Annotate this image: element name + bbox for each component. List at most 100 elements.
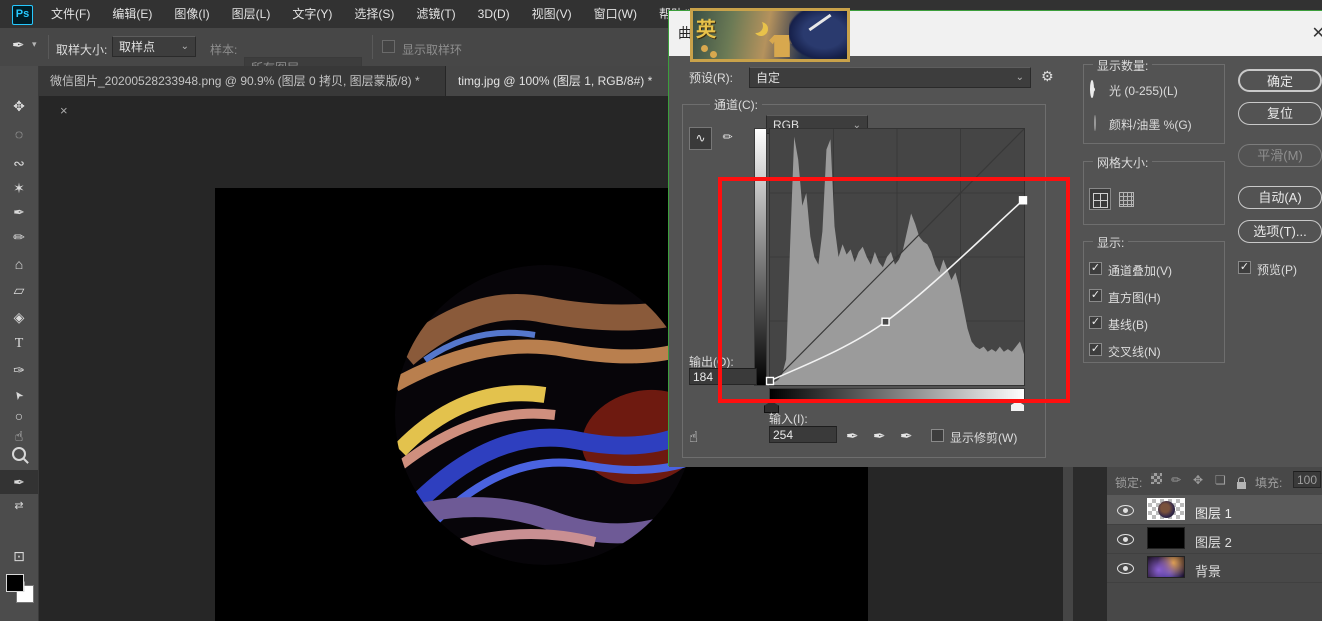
tab-title: timg.jpg @ 100% (图层 1, RGB/8#) *: [458, 74, 652, 88]
show-group: 显示: 通道叠加(V) 直方图(H) 基线(B) 交叉线(N): [1083, 241, 1225, 363]
menu-image[interactable]: 图像(I): [163, 0, 220, 28]
marquee-tool-icon[interactable]: ◌: [0, 122, 38, 146]
auto-button[interactable]: 自动(A): [1238, 186, 1322, 209]
layer-name[interactable]: 图层 1: [1195, 503, 1232, 522]
targeted-adjustment-icon[interactable]: ☝: [689, 428, 698, 446]
lock-all-icon[interactable]: [1237, 482, 1246, 489]
detailed-grid-icon[interactable]: [1115, 188, 1137, 210]
draw-curve-pencil-icon[interactable]: ✏: [716, 127, 739, 150]
options-button[interactable]: 选项(T)...: [1238, 220, 1322, 243]
type-tool-icon[interactable]: T: [0, 332, 38, 356]
pigment-ink-radio[interactable]: [1094, 115, 1096, 131]
preset-select[interactable]: 自定 ⌄: [749, 67, 1031, 88]
clone-stamp-tool-icon[interactable]: ⌂: [0, 252, 38, 276]
lock-position-icon[interactable]: ✥: [1193, 473, 1203, 487]
swap-colors-icon[interactable]: ⇄: [0, 494, 38, 518]
layer-row-2[interactable]: 图层 2: [1107, 524, 1322, 554]
lasso-tool-icon[interactable]: ∾: [0, 151, 38, 175]
tab-title: 微信图片_20200528233948.png @ 90.9% (图层 0 拷贝…: [50, 74, 420, 88]
planet-artwork: [395, 265, 695, 565]
quick-mask-icon[interactable]: ⊡: [0, 544, 38, 568]
ad-character-glyph: 英: [696, 13, 716, 42]
separator: [48, 35, 49, 59]
intersection-line-label: 交叉线(N): [1108, 343, 1161, 360]
sample-layers-label: 样本:: [210, 41, 237, 58]
tools-panel: ✥ ◌ ∾ ✶ ✒ ✏ ⌂ ▱ ◈ T ✑ ➤ ○ ☝ ✒ ⇄ ⊡ ❏: [0, 66, 39, 621]
preview-checkbox[interactable]: [1238, 261, 1251, 274]
lock-pixels-icon[interactable]: ✏: [1171, 473, 1181, 487]
layer-thumbnail[interactable]: [1147, 498, 1185, 520]
preset-options-gear-icon[interactable]: ⚙: [1041, 68, 1054, 85]
reset-button[interactable]: 复位: [1238, 102, 1322, 125]
intersection-line-checkbox[interactable]: [1089, 343, 1102, 356]
histogram-label: 直方图(H): [1108, 289, 1161, 306]
channel-overlays-label: 通道叠加(V): [1108, 262, 1172, 279]
baseline-label: 基线(B): [1108, 316, 1148, 333]
zoom-tool-icon[interactable]: [0, 444, 38, 468]
sample-size-value: 取样点: [119, 40, 155, 54]
layer-thumbnail[interactable]: [1147, 556, 1185, 578]
layer-row-1[interactable]: 图层 1: [1107, 495, 1322, 525]
simple-grid-icon[interactable]: [1089, 188, 1111, 210]
menu-window[interactable]: 窗口(W): [583, 0, 648, 28]
channel-overlays-checkbox[interactable]: [1089, 262, 1102, 275]
show-clipping-label: 显示修剪(W): [950, 429, 1017, 446]
menu-type[interactable]: 文字(Y): [281, 0, 343, 28]
layer-lock-row: 锁定: ✏ ✥ ❏ 填充: 100: [1107, 466, 1322, 496]
gray-point-eyedropper-icon[interactable]: ✒: [873, 427, 886, 445]
display-amount-legend: 显示数量:: [1093, 57, 1152, 74]
menu-file[interactable]: 文件(F): [40, 0, 101, 28]
menu-select[interactable]: 选择(S): [343, 0, 405, 28]
light-radio-label: 光 (0-255)(L): [1109, 82, 1178, 99]
tab-wechat-image[interactable]: 微信图片_20200528233948.png @ 90.9% (图层 0 拷贝…: [38, 66, 446, 96]
paint-bucket-tool-icon[interactable]: ◈: [0, 305, 38, 329]
sample-size-label: 取样大小:: [56, 41, 107, 58]
edit-points-curve-icon[interactable]: ∿: [689, 127, 712, 150]
ok-button[interactable]: 确定: [1238, 69, 1322, 92]
fill-value-field[interactable]: 100: [1293, 471, 1321, 488]
eyedropper-tool-icon[interactable]: ✒: [0, 200, 38, 224]
dialog-close-icon[interactable]: ✕: [1312, 23, 1322, 43]
tab-timg-jpg[interactable]: timg.jpg @ 100% (图层 1, RGB/8#) *: [446, 66, 690, 96]
foreground-color-swatch[interactable]: [6, 574, 24, 592]
visibility-eye-icon[interactable]: [1117, 534, 1134, 545]
layer-name[interactable]: 图层 2: [1195, 532, 1232, 551]
eraser-tool-icon[interactable]: ▱: [0, 278, 38, 302]
grid-size-legend: 网格大小:: [1093, 154, 1152, 171]
lock-transparency-icon[interactable]: [1151, 473, 1162, 484]
active-eyedropper-tool-icon[interactable]: ✒: [0, 470, 38, 494]
photoshop-window: Ps 文件(F) 编辑(E) 图像(I) 图层(L) 文字(Y) 选择(S) 滤…: [0, 0, 1322, 621]
tool-preset-chevron-icon[interactable]: ▾: [32, 39, 37, 50]
magic-wand-tool-icon[interactable]: ✶: [0, 176, 38, 200]
lock-artboard-icon[interactable]: ❏: [1215, 473, 1226, 487]
input-value-field[interactable]: 254: [769, 426, 837, 443]
baseline-checkbox[interactable]: [1089, 316, 1102, 329]
menu-filter[interactable]: 滤镜(T): [405, 0, 466, 28]
light-radio[interactable]: [1090, 80, 1094, 98]
visibility-eye-icon[interactable]: [1117, 505, 1134, 516]
panel-dock-divider[interactable]: [1063, 466, 1073, 621]
show-clipping-checkbox[interactable]: [931, 429, 944, 442]
pigment-ink-radio-label: 颜料/油墨 %(G): [1109, 116, 1192, 133]
fill-label: 填充:: [1255, 474, 1282, 491]
visibility-eye-icon[interactable]: [1117, 563, 1134, 574]
histogram-checkbox[interactable]: [1089, 289, 1102, 302]
layer-row-background[interactable]: 背景: [1107, 553, 1322, 583]
photoshop-logo: Ps: [12, 5, 33, 25]
show-sampling-ring-checkbox: [382, 40, 395, 53]
close-tab-icon[interactable]: ×: [60, 103, 68, 118]
menu-view[interactable]: 视图(V): [521, 0, 583, 28]
black-point-eyedropper-icon[interactable]: ✒: [846, 427, 859, 445]
menu-items: 文件(F) 编辑(E) 图像(I) 图层(L) 文字(Y) 选择(S) 滤镜(T…: [40, 0, 711, 28]
menu-layer[interactable]: 图层(L): [221, 0, 282, 28]
menu-3d[interactable]: 3D(D): [467, 0, 521, 28]
move-tool-icon[interactable]: ✥: [0, 94, 38, 118]
menu-edit[interactable]: 编辑(E): [101, 0, 163, 28]
white-point-eyedropper-icon[interactable]: ✒: [900, 427, 913, 445]
sample-size-select[interactable]: 取样点 ⌄: [112, 36, 196, 57]
game-ad-overlay[interactable]: 英: [690, 8, 850, 62]
layer-name[interactable]: 背景: [1195, 561, 1221, 580]
layer-thumbnail[interactable]: [1147, 527, 1185, 549]
eyedropper-tool-preview-icon[interactable]: ✒: [12, 36, 25, 54]
brush-tool-icon[interactable]: ✏: [0, 225, 38, 249]
